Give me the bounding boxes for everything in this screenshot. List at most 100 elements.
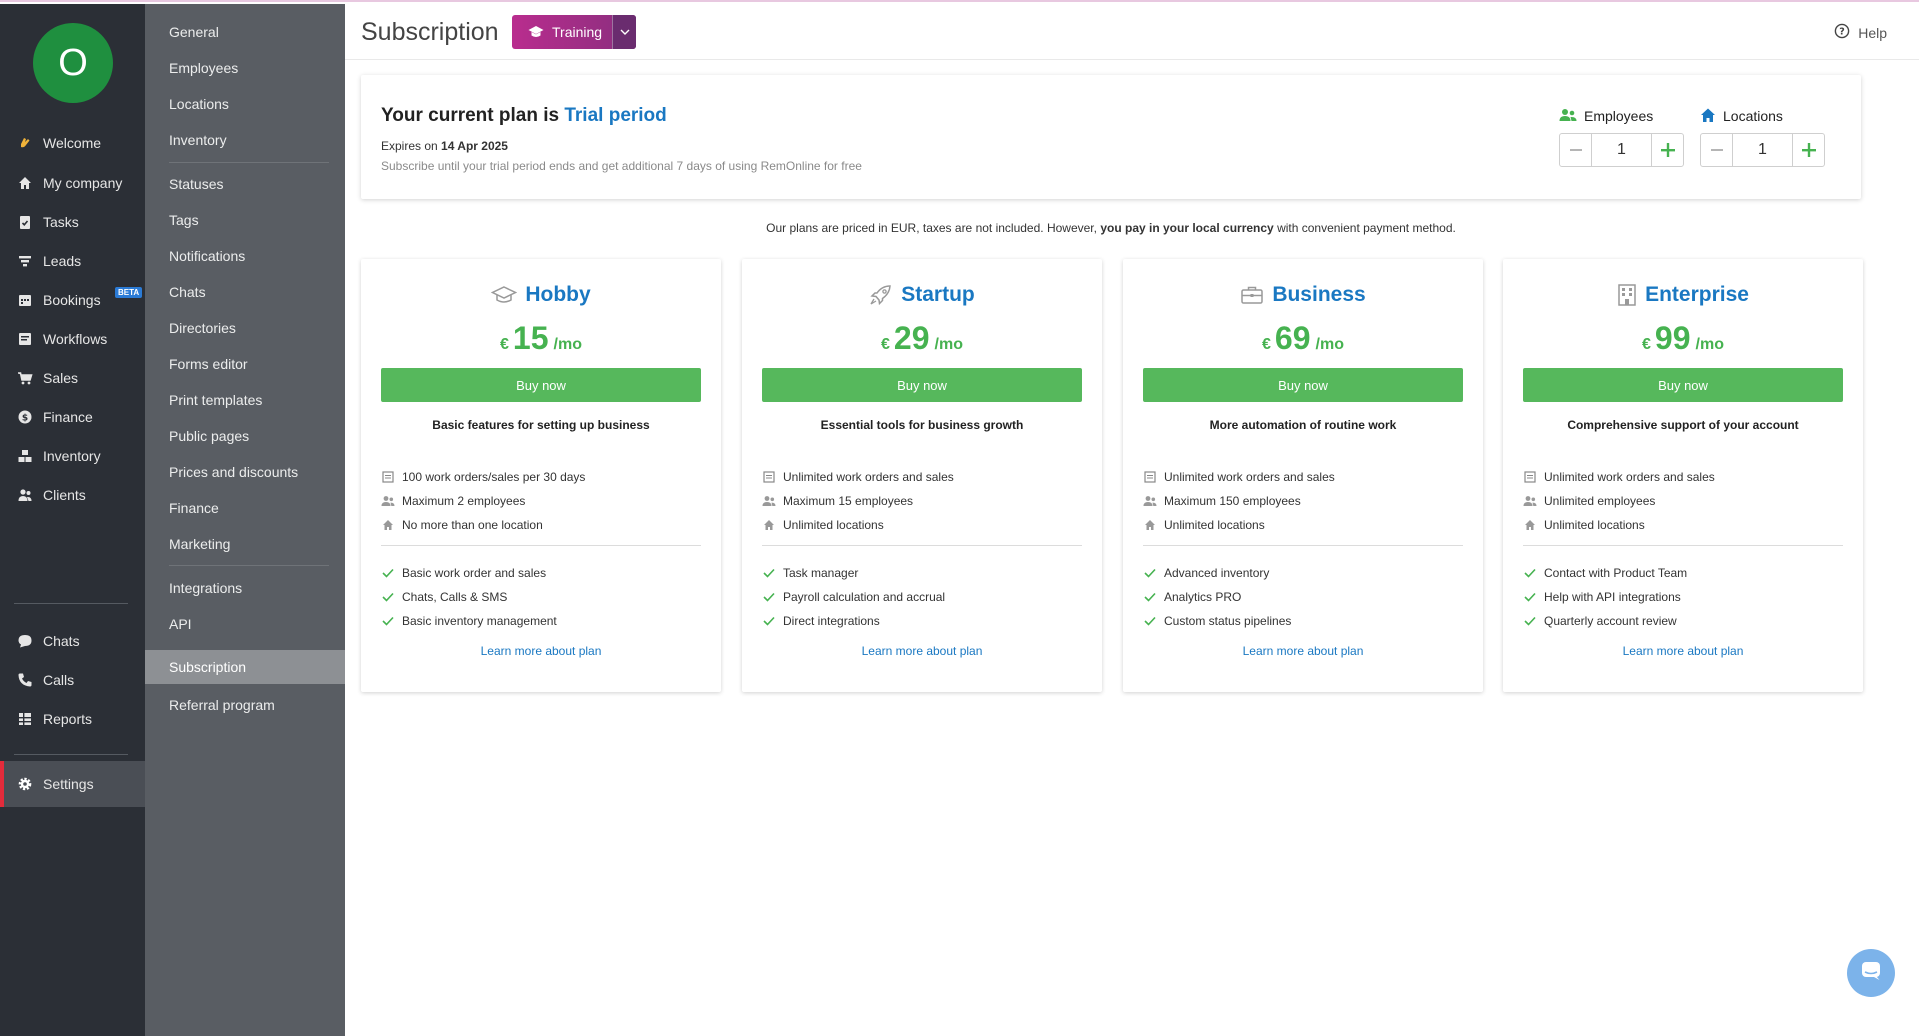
buy-now-button[interactable]: Buy now [1523, 368, 1843, 402]
document-icon [762, 471, 776, 483]
plan-limit-text: Unlimited locations [1164, 518, 1265, 532]
plan-limit: Unlimited work orders and sales [1523, 465, 1843, 489]
learn-more-link[interactable]: Learn more about plan [742, 644, 1102, 658]
chevron-down-icon[interactable] [612, 15, 636, 49]
subnav-item-prices-and-discounts[interactable]: Prices and discounts [145, 455, 345, 489]
price-amount: 99 [1654, 320, 1691, 356]
plan-divider [762, 545, 1082, 546]
subnav-item-tags[interactable]: Tags [145, 203, 345, 237]
employees-label-row: Employees [1559, 107, 1684, 125]
boxes-icon [16, 447, 34, 465]
plan-card-startup: Startup € 29 /mo Buy now Essential tools… [742, 259, 1102, 692]
plan-features: Task manager Payroll calculation and acc… [762, 561, 1082, 633]
plan-limit: 100 work orders/sales per 30 days [381, 465, 701, 489]
subnav-item-notifications[interactable]: Notifications [145, 239, 345, 273]
price-period: /mo [934, 336, 963, 353]
check-icon [762, 592, 776, 602]
plan-price: € 15 /mo [361, 320, 721, 357]
employees-value[interactable]: 1 [1592, 134, 1651, 166]
plan-limit-text: Unlimited work orders and sales [783, 470, 954, 484]
workflow-icon [16, 330, 34, 348]
locations-value[interactable]: 1 [1733, 134, 1792, 166]
plan-feature: Quarterly account review [1523, 609, 1843, 633]
subnav-item-directories[interactable]: Directories [145, 311, 345, 345]
graduation-cap-icon [528, 25, 544, 39]
plan-name: Startup [901, 283, 975, 306]
subnav-item-referral-program[interactable]: Referral program [145, 688, 345, 722]
plus-icon[interactable] [1792, 134, 1824, 166]
learn-more-link[interactable]: Learn more about plan [361, 644, 721, 658]
learn-more-link[interactable]: Learn more about plan [1123, 644, 1483, 658]
minus-icon[interactable] [1560, 134, 1592, 166]
avatar[interactable]: O [33, 23, 113, 103]
learn-more-link[interactable]: Learn more about plan [1503, 644, 1863, 658]
document-icon [1523, 471, 1537, 483]
plan-limit: Maximum 150 employees [1143, 489, 1463, 513]
subnav-item-public-pages[interactable]: Public pages [145, 419, 345, 453]
nav-item-clients[interactable]: Clients [0, 472, 145, 518]
locations-label-row: Locations [1700, 107, 1825, 125]
nav-item-reports[interactable]: Reports [0, 696, 145, 742]
nav-divider [14, 754, 128, 755]
plan-limit: Unlimited work orders and sales [762, 465, 1082, 489]
check-icon [762, 568, 776, 578]
plan-feature: Help with API integrations [1523, 585, 1843, 609]
plus-icon[interactable] [1651, 134, 1683, 166]
subnav-item-finance[interactable]: Finance [145, 491, 345, 525]
help-link[interactable]: ? Help [1834, 23, 1887, 42]
subnav-divider [169, 565, 329, 566]
subnav-item-general[interactable]: General [145, 15, 345, 49]
nav-item-label: Workflows [43, 331, 108, 347]
avatar-letter: O [58, 41, 88, 84]
gear-icon [16, 775, 34, 793]
page-header: Subscription Training ? Help [345, 4, 1919, 60]
employees-stepper[interactable]: 1 [1559, 133, 1684, 167]
clipboard-check-icon [16, 213, 34, 231]
plan-tagline: Comprehensive support of your account [1567, 418, 1799, 432]
nav-item-settings[interactable]: Settings [0, 761, 145, 807]
plan-feature: Contact with Product Team [1523, 561, 1843, 585]
subnav-item-forms-editor[interactable]: Forms editor [145, 347, 345, 381]
plan-feature-text: Advanced inventory [1164, 566, 1270, 580]
home-icon [1700, 107, 1716, 126]
nav-item-label: Clients [43, 487, 86, 503]
plan-feature: Payroll calculation and accrual [762, 585, 1082, 609]
svg-text:$: $ [22, 414, 28, 424]
subnav-item-chats[interactable]: Chats [145, 275, 345, 309]
plan-card-hobby: Hobby € 15 /mo Buy now Basic features fo… [361, 259, 721, 692]
check-icon [1523, 616, 1537, 626]
subnav-item-integrations[interactable]: Integrations [145, 571, 345, 605]
minus-icon[interactable] [1701, 134, 1733, 166]
check-icon [1143, 592, 1157, 602]
nav-item-label: Calls [43, 672, 75, 688]
plan-limit-text: Unlimited work orders and sales [1544, 470, 1715, 484]
nav-item-label: Tasks [43, 214, 79, 230]
plan-limit-text: Unlimited locations [783, 518, 884, 532]
subnav-item-print-templates[interactable]: Print templates [145, 383, 345, 417]
home-icon [381, 519, 395, 531]
training-button[interactable]: Training [512, 15, 636, 49]
locations-stepper[interactable]: 1 [1700, 133, 1825, 167]
buy-now-button[interactable]: Buy now [1143, 368, 1463, 402]
subnav-item-inventory[interactable]: Inventory [145, 123, 345, 157]
current-plan-card: Your current plan is Trial period Expire… [361, 75, 1861, 199]
trial-note: Subscribe until your trial period ends a… [381, 159, 862, 173]
subnav-item-api[interactable]: API [145, 607, 345, 641]
subnav-item-statuses[interactable]: Statuses [145, 167, 345, 201]
subnav-item-employees[interactable]: Employees [145, 51, 345, 85]
subnav-item-marketing[interactable]: Marketing [145, 527, 345, 561]
plan-feature-text: Help with API integrations [1544, 590, 1681, 604]
buy-now-button[interactable]: Buy now [762, 368, 1082, 402]
support-chat-button[interactable] [1847, 949, 1895, 997]
plan-limit-text: Maximum 15 employees [783, 494, 914, 508]
nav-item-label: Inventory [43, 448, 101, 464]
nav-item-label: Settings [43, 776, 94, 792]
plan-tagline: Basic features for setting up business [432, 418, 650, 432]
document-icon [381, 471, 395, 483]
subnav-item-subscription[interactable]: Subscription [145, 650, 345, 684]
subnav-item-locations[interactable]: Locations [145, 87, 345, 121]
plan-limits: Unlimited work orders and sales Maximum … [1143, 465, 1463, 537]
buy-now-button[interactable]: Buy now [381, 368, 701, 402]
page-title: Subscription [361, 18, 499, 46]
plan-feature-text: Direct integrations [783, 614, 880, 628]
